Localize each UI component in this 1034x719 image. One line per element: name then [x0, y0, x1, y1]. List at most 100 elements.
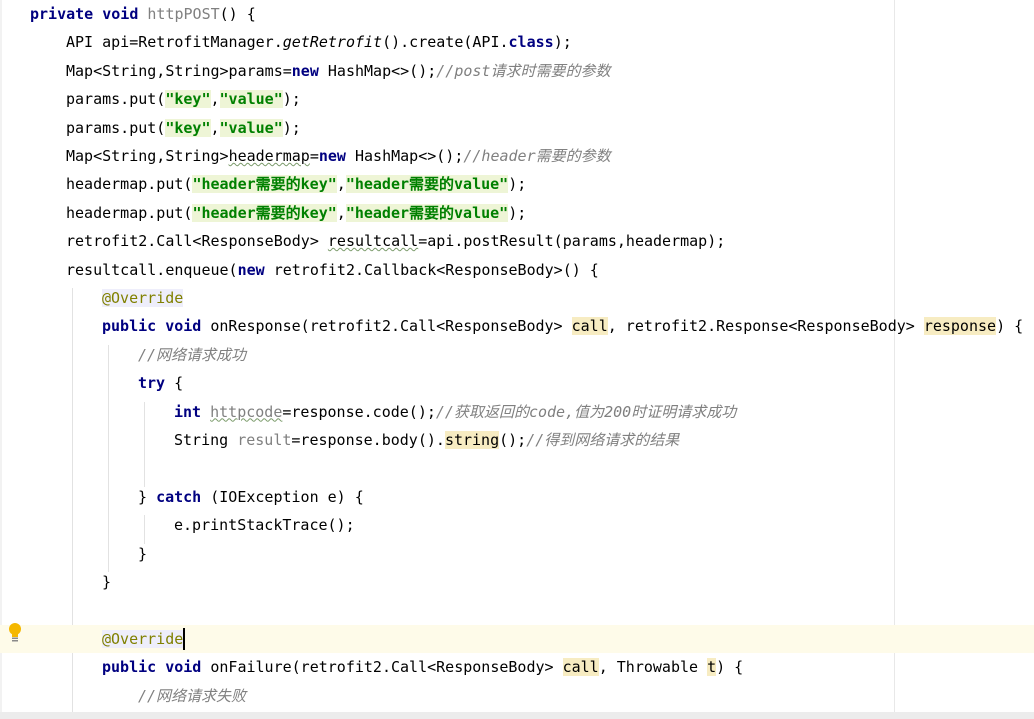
- code-token: headermap.put(: [66, 175, 193, 194]
- code-token: retrofit2.Call<ResponseBody>: [66, 232, 328, 251]
- code-token: catch: [156, 487, 211, 506]
- code-text: @Override: [102, 625, 186, 653]
- code-text: //网络请求失败: [138, 682, 246, 710]
- code-token: resultcall: [327, 232, 419, 251]
- code-token: ,: [336, 175, 346, 194]
- code-line[interactable]: String result=response.body().string();/…: [0, 426, 1034, 454]
- code-text: e.printStackTrace();: [174, 511, 355, 539]
- code-token: Map<String,String>: [66, 147, 229, 165]
- code-line[interactable]: }: [0, 540, 1034, 568]
- code-line[interactable]: [0, 454, 1034, 482]
- code-line[interactable]: headermap.put("header需要的key","header需要的v…: [0, 170, 1034, 198]
- code-line[interactable]: params.put("key","value");: [0, 85, 1034, 113]
- code-token: "key": [165, 90, 211, 109]
- code-token: resultcall.enqueue(: [66, 260, 238, 279]
- code-line[interactable]: resultcall.enqueue(new retrofit2.Callbac…: [0, 256, 1034, 284]
- code-line[interactable]: //网络请求成功: [0, 341, 1034, 369]
- code-line[interactable]: //网络请求失败: [0, 682, 1034, 710]
- code-token: onResponse(retrofit2.Call<ResponseBody>: [210, 317, 572, 336]
- code-token: "header需要的value": [345, 203, 509, 222]
- code-token: @Override: [102, 289, 184, 307]
- code-token: params.put(: [66, 90, 166, 109]
- code-line[interactable]: @Override: [0, 624, 1034, 653]
- code-token: httpPOST: [147, 5, 220, 23]
- code-token: );: [508, 175, 527, 194]
- code-token: String: [174, 431, 238, 449]
- code-token: );: [553, 33, 572, 52]
- code-token: "header需要的value": [345, 175, 509, 194]
- code-line[interactable]: Map<String,String>headermap=new HashMap<…: [0, 142, 1034, 170]
- code-token: private void: [30, 5, 148, 23]
- code-token: "key": [165, 118, 211, 137]
- code-token: try: [138, 374, 175, 393]
- code-token: "value": [219, 118, 283, 137]
- code-text: Map<String,String>headermap=new HashMap<…: [66, 142, 611, 170]
- code-line[interactable]: params.put("key","value");: [0, 114, 1034, 142]
- code-token: string: [444, 431, 500, 449]
- code-token: new: [291, 61, 328, 80]
- code-text: retrofit2.Call<ResponseBody> resultcall=…: [66, 227, 725, 255]
- code-token: =api.postResult(params,headermap);: [418, 232, 726, 251]
- code-text: public void onResponse(retrofit2.Call<Re…: [102, 312, 1023, 340]
- code-token: HashMap<>();: [355, 147, 464, 165]
- code-text: }: [102, 568, 111, 596]
- horizontal-scrollbar[interactable]: [0, 712, 1034, 719]
- code-token: t: [707, 658, 717, 677]
- code-text: params.put("key","value");: [66, 85, 301, 113]
- code-text: @Override: [102, 284, 184, 312]
- code-token: "value": [219, 90, 283, 109]
- code-line[interactable]: private void httpPOST() {: [0, 0, 1034, 28]
- code-line[interactable]: public void onFailure(retrofit2.Call<Res…: [0, 653, 1034, 681]
- code-token: () {: [219, 5, 256, 23]
- code-token: call: [571, 317, 608, 336]
- code-line[interactable]: int httpcode=response.code();//获取返回的code…: [0, 398, 1034, 426]
- code-text: public void onFailure(retrofit2.Call<Res…: [102, 653, 743, 681]
- code-token: public void: [102, 658, 211, 677]
- code-token: @Override: [102, 629, 184, 648]
- code-text: private void httpPOST() {: [30, 0, 256, 28]
- code-token: "header需要的key": [192, 175, 337, 194]
- code-token: //网络请求成功: [138, 345, 247, 364]
- code-token: API api=RetrofitManager.: [66, 33, 283, 52]
- code-token: =: [309, 147, 319, 165]
- code-line[interactable]: }: [0, 568, 1034, 596]
- lightbulb-icon[interactable]: [7, 622, 23, 644]
- code-token: );: [282, 90, 301, 109]
- code-line[interactable]: headermap.put("header需要的key","header需要的v…: [0, 199, 1034, 227]
- code-token: e.printStackTrace();: [174, 516, 355, 535]
- code-line[interactable]: API api=RetrofitManager.getRetrofit().cr…: [0, 28, 1034, 56]
- code-line[interactable]: retrofit2.Call<ResponseBody> resultcall=…: [0, 227, 1034, 255]
- code-editor[interactable]: private void httpPOST() {API api=Retrofi…: [0, 0, 1034, 714]
- code-line[interactable]: Map<String,String>params=new HashMap<>()…: [0, 57, 1034, 85]
- code-token: new: [318, 147, 355, 165]
- code-text: int httpcode=response.code();//获取返回的code…: [174, 398, 736, 426]
- code-token: //header需要的参数: [463, 147, 611, 165]
- code-token: getRetrofit: [282, 33, 383, 52]
- code-line[interactable]: public void onResponse(retrofit2.Call<Re…: [0, 312, 1034, 340]
- code-token: //获取返回的code,值为200时证明请求成功: [435, 402, 737, 421]
- code-token: int: [174, 402, 211, 421]
- code-token: retrofit2.Callback<ResponseBody>() {: [273, 260, 599, 279]
- code-text: String result=response.body().string();/…: [174, 426, 679, 454]
- code-token: (IOException e) {: [210, 487, 364, 506]
- code-token: }: [138, 544, 148, 563]
- code-token: ().create(API.: [382, 33, 509, 52]
- code-text: resultcall.enqueue(new retrofit2.Callbac…: [66, 256, 599, 284]
- code-token: =response.body().: [291, 431, 445, 449]
- code-token: public void: [102, 317, 211, 336]
- code-line[interactable]: @Override: [0, 284, 1034, 312]
- code-text: //网络请求成功: [138, 341, 246, 369]
- code-token: ,: [210, 118, 220, 137]
- code-text: API api=RetrofitManager.getRetrofit().cr…: [66, 28, 572, 56]
- code-token: //post请求时需要的参数: [436, 61, 611, 80]
- code-line[interactable]: } catch (IOException e) {: [0, 483, 1034, 511]
- code-token: =response.code();: [282, 402, 436, 421]
- code-text: headermap.put("header需要的key","header需要的v…: [66, 170, 526, 198]
- code-token: , retrofit2.Response<ResponseBody>: [607, 317, 924, 336]
- code-line[interactable]: e.printStackTrace();: [0, 511, 1034, 539]
- code-line[interactable]: [0, 596, 1034, 624]
- code-line[interactable]: try {: [0, 369, 1034, 397]
- code-token: }: [102, 573, 112, 591]
- code-token: }: [138, 487, 157, 506]
- code-token: headermap: [228, 147, 310, 165]
